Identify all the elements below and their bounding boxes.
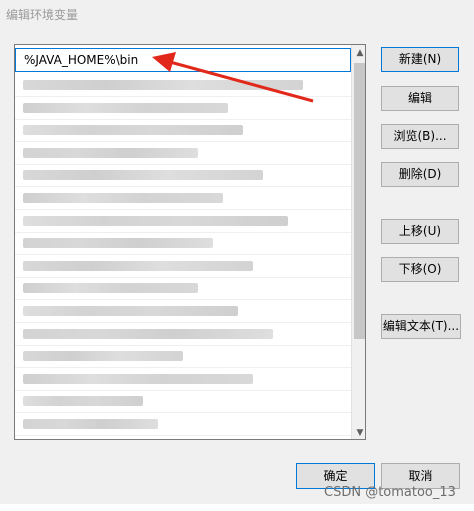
annotation-arrow	[152, 52, 314, 103]
arrow-shaft	[169, 60, 314, 103]
bottom-strip	[0, 504, 474, 511]
arrow-head	[152, 52, 176, 72]
watermark: CSDN @tomatoo_13	[324, 485, 456, 500]
